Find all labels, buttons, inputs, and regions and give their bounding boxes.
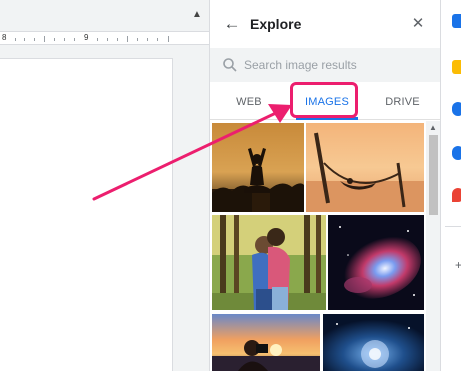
rail-divider xyxy=(445,226,461,227)
keep-icon[interactable] xyxy=(452,60,461,74)
photographer-sunset-image[interactable] xyxy=(212,314,320,371)
ruler-tick xyxy=(168,36,169,42)
search-box[interactable] xyxy=(210,48,441,82)
yoga-silhouette-image[interactable] xyxy=(212,123,304,212)
hammock-sunset-image[interactable] xyxy=(306,123,424,212)
ruler-tick xyxy=(64,38,65,41)
back-arrow-icon[interactable]: ← xyxy=(222,14,242,34)
calendar-icon[interactable] xyxy=(452,14,461,28)
ruler-tick xyxy=(147,38,148,41)
ruler-tick xyxy=(107,38,108,41)
ruler-number-8: 8 xyxy=(2,33,7,42)
ruler-tick xyxy=(34,38,35,41)
ruler-tick xyxy=(15,38,16,41)
annotation-highlight-box xyxy=(290,82,358,118)
ruler-tick xyxy=(74,38,75,41)
tab-web[interactable]: WEB xyxy=(210,86,288,120)
results-scrollbar[interactable]: ▲ xyxy=(426,121,441,371)
collapse-toolbar-icon[interactable]: ▲ xyxy=(192,9,202,20)
document-page[interactable] xyxy=(0,58,173,371)
tab-drive[interactable]: DRIVE xyxy=(364,86,441,120)
ruler-number-9: 9 xyxy=(84,33,89,42)
ruler-tick xyxy=(137,38,138,41)
document-area: ▲ 8 9 xyxy=(0,0,209,371)
search-icon xyxy=(223,58,237,72)
ruler-tick xyxy=(44,36,45,42)
ruler-tick xyxy=(127,36,128,42)
couple-forest-image[interactable] xyxy=(212,215,326,310)
app-window: ▲ 8 9 ← Explore ✕ Search image results W… xyxy=(0,0,461,371)
ruler-tick xyxy=(157,38,158,41)
contacts-icon[interactable] xyxy=(452,146,461,160)
explore-header: ← Explore ✕ xyxy=(210,0,441,48)
ruler-tick xyxy=(97,38,98,41)
maps-icon[interactable] xyxy=(452,188,461,202)
close-icon[interactable]: ✕ xyxy=(408,14,428,34)
blue-space-image[interactable] xyxy=(323,314,424,371)
nebula-galaxy-image[interactable] xyxy=(328,215,424,310)
add-addon-icon[interactable]: + xyxy=(455,258,461,272)
scroll-thumb[interactable] xyxy=(429,135,438,215)
ruler-tick xyxy=(54,38,55,41)
tasks-icon[interactable] xyxy=(452,102,461,116)
scroll-up-icon[interactable]: ▲ xyxy=(429,123,437,132)
explore-panel: ← Explore ✕ WEB IMAGES DRIVE xyxy=(209,0,441,371)
ruler-tick xyxy=(117,38,118,41)
search-input[interactable] xyxy=(244,53,434,77)
explore-title: Explore xyxy=(250,16,302,32)
side-panel-rail: + xyxy=(440,0,461,371)
ruler-tick xyxy=(24,38,25,41)
horizontal-ruler[interactable]: 8 9 xyxy=(0,31,209,45)
